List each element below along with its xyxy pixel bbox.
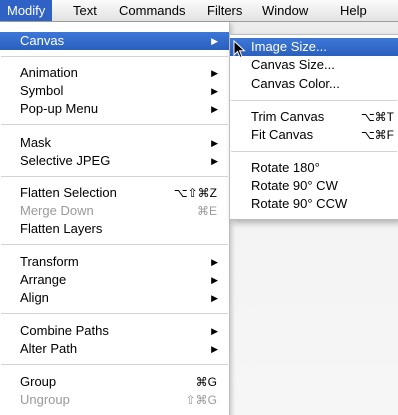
submenu-item-fit-canvas[interactable]: Fit Canvas ⌥⌘F <box>230 126 398 144</box>
submenu-arrow-icon: ▶ <box>211 156 218 166</box>
menu-separator <box>231 100 397 101</box>
menu-item-flatten-layers[interactable]: Flatten Layers <box>0 220 229 238</box>
submenu-arrow-icon: ▶ <box>211 326 218 336</box>
menu-item-label: Mask <box>20 135 52 150</box>
submenu-item-rotate-90-cw[interactable]: Rotate 90° CW <box>230 177 398 195</box>
menu-item-ungroup: Ungroup ⇧⌘G <box>0 391 229 409</box>
menu-item-label: Ungroup <box>20 392 70 407</box>
menu-item-group[interactable]: Group ⌘G <box>0 373 229 391</box>
submenu-arrow-icon: ▶ <box>211 104 218 114</box>
menu-bar: Modify Text Commands Filters Window Help <box>0 0 398 22</box>
menu-item-label: Canvas <box>20 33 65 48</box>
menu-item-label: Flatten Selection <box>20 185 117 200</box>
menu-item-animation[interactable]: Animation ▶ <box>0 64 229 82</box>
menu-help[interactable]: Help <box>333 0 374 21</box>
modify-menu: Canvas ▶ Animation ▶ Symbol ▶ Pop-up Men… <box>0 22 230 415</box>
menu-item-flatten-selection[interactable]: Flatten Selection ⌥⇧⌘Z <box>0 184 229 202</box>
menu-separator <box>1 313 228 314</box>
keyboard-shortcut: ⌘E <box>196 204 217 218</box>
menu-item-label: Align <box>20 290 49 305</box>
menu-window[interactable]: Window <box>255 0 315 21</box>
submenu-item-rotate-90-ccw[interactable]: Rotate 90° CCW <box>230 195 398 213</box>
menu-item-popup-menu[interactable]: Pop-up Menu ▶ <box>0 100 229 118</box>
menu-item-label: Merge Down <box>20 203 94 218</box>
mouse-pointer-icon <box>233 40 246 59</box>
menu-item-label: Transform <box>20 254 79 269</box>
menu-commands[interactable]: Commands <box>112 0 192 21</box>
menu-item-mask[interactable]: Mask ▶ <box>0 134 229 152</box>
menu-item-label: Symbol <box>20 83 64 98</box>
submenu-item-trim-canvas[interactable]: Trim Canvas ⌥⌘T <box>230 108 398 126</box>
menu-item-align[interactable]: Align ▶ <box>0 289 229 307</box>
submenu-item-label: Fit Canvas <box>251 127 314 142</box>
menu-separator <box>1 244 228 245</box>
submenu-item-image-size[interactable]: Image Size... <box>230 38 398 56</box>
menu-item-label: Animation <box>20 65 78 80</box>
submenu-arrow-icon: ▶ <box>211 68 218 78</box>
submenu-arrow-icon: ▶ <box>211 344 218 354</box>
submenu-arrow-icon: ▶ <box>211 36 218 46</box>
menu-item-selective-jpeg[interactable]: Selective JPEG ▶ <box>0 152 229 170</box>
submenu-item-label: Image Size... <box>251 39 327 54</box>
submenu-item-label: Rotate 90° CCW <box>251 196 348 211</box>
submenu-arrow-icon: ▶ <box>211 86 218 96</box>
menu-separator <box>1 176 228 177</box>
submenu-arrow-icon: ▶ <box>211 257 218 267</box>
menu-modify[interactable]: Modify <box>0 0 53 21</box>
menu-item-symbol[interactable]: Symbol ▶ <box>0 82 229 100</box>
menu-separator <box>1 364 228 365</box>
menu-separator <box>231 151 397 152</box>
keyboard-shortcut: ⌥⌘F <box>360 128 394 142</box>
menu-separator <box>1 56 228 57</box>
menu-item-label: Arrange <box>20 272 67 287</box>
menu-item-alter-path[interactable]: Alter Path ▶ <box>0 340 229 358</box>
menu-filters[interactable]: Filters <box>200 0 249 21</box>
submenu-item-canvas-color[interactable]: Canvas Color... <box>230 75 398 93</box>
submenu-item-label: Canvas Color... <box>251 76 340 91</box>
keyboard-shortcut: ⌘G <box>195 375 217 389</box>
submenu-arrow-icon: ▶ <box>211 293 218 303</box>
keyboard-shortcut: ⌥⌘T <box>360 110 394 124</box>
submenu-item-rotate-180[interactable]: Rotate 180° <box>230 159 398 177</box>
menu-text[interactable]: Text <box>66 0 104 21</box>
menu-item-combine-paths[interactable]: Combine Paths ▶ <box>0 322 229 340</box>
submenu-arrow-icon: ▶ <box>211 275 218 285</box>
menu-item-canvas[interactable]: Canvas ▶ <box>0 32 229 50</box>
menu-item-label: Combine Paths <box>20 323 109 338</box>
menu-item-transform[interactable]: Transform ▶ <box>0 253 229 271</box>
submenu-item-label: Trim Canvas <box>251 109 325 124</box>
menu-item-label: Selective JPEG <box>20 153 111 168</box>
menu-item-merge-down: Merge Down ⌘E <box>0 202 229 220</box>
submenu-arrow-icon: ▶ <box>211 138 218 148</box>
keyboard-shortcut: ⌥⇧⌘Z <box>173 186 217 200</box>
menu-item-label: Pop-up Menu <box>20 101 99 116</box>
canvas-submenu: Image Size... Canvas Size... Canvas Colo… <box>229 34 398 220</box>
menu-item-label: Flatten Layers <box>20 221 103 236</box>
keyboard-shortcut: ⇧⌘G <box>185 393 217 407</box>
submenu-item-label: Canvas Size... <box>251 57 335 72</box>
submenu-item-label: Rotate 180° <box>251 160 320 175</box>
menu-separator <box>1 124 228 125</box>
submenu-item-label: Rotate 90° CW <box>251 178 338 193</box>
menu-item-label: Alter Path <box>20 341 78 356</box>
menu-item-arrange[interactable]: Arrange ▶ <box>0 271 229 289</box>
menu-item-label: Group <box>20 374 57 389</box>
submenu-item-canvas-size[interactable]: Canvas Size... <box>230 56 398 74</box>
